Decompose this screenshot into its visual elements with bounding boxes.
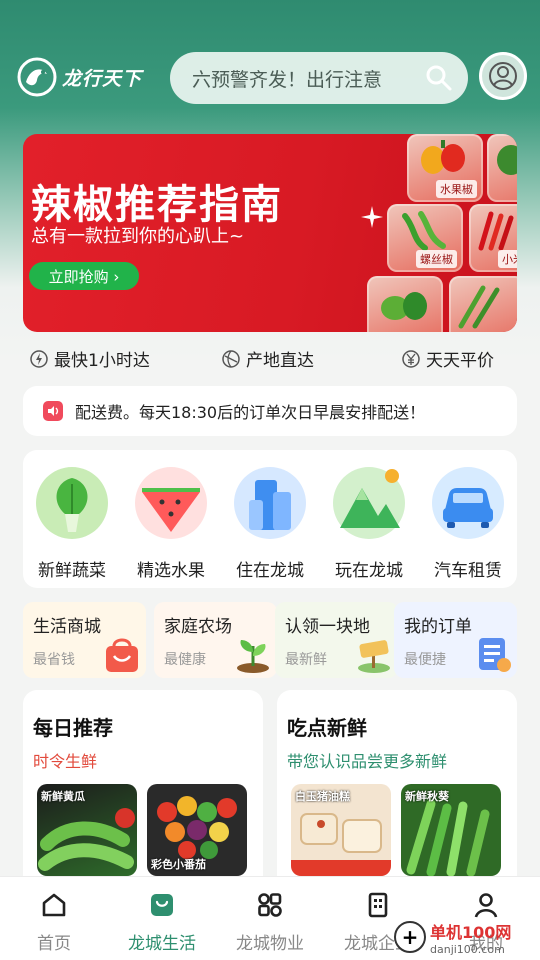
thumb-label: 彩色小番茄	[151, 858, 206, 871]
dragon-logo-icon	[17, 57, 57, 97]
pepper-card-screw: 螺丝椒	[387, 204, 463, 272]
promo-banner[interactable]: 辣椒推荐指南 总有一款拉到你的心趴上~ 立即抢购 › 水果椒 青椒 螺丝椒 小米…	[23, 134, 517, 332]
category-vegetables[interactable]: 新鲜蔬菜	[23, 466, 121, 581]
category-label: 住在龙城	[236, 561, 304, 581]
entry-cards: 生活商城 最省钱 家庭农场 最健康 认领一块地 最新鲜 我的订单 最便捷	[0, 602, 540, 678]
feature-strip: 最快1小时达 产地直达 天天平价	[0, 346, 540, 374]
shopping-bag-icon	[151, 894, 173, 916]
category-car-rental[interactable]: 汽车租赁	[419, 466, 517, 581]
vegetable-icon	[36, 467, 108, 539]
building-icon	[234, 467, 306, 539]
site-watermark: + 单机100网 danji100.com	[394, 914, 540, 960]
car-icon	[432, 467, 504, 539]
globe-icon	[222, 349, 240, 368]
nav-label: 龙城物业	[236, 934, 304, 954]
entry-my-orders[interactable]: 我的订单 最便捷	[394, 602, 517, 678]
nav-label: 龙城生活	[128, 934, 196, 954]
watermelon-icon	[135, 467, 207, 539]
eat-fresh-panel[interactable]: 吃点新鲜 带您认识品尝更多新鲜 白玉猪油糕 新鲜秋葵	[277, 690, 517, 890]
panel-subtitle: 时令生鲜	[33, 752, 98, 771]
user-avatar[interactable]	[479, 52, 527, 100]
feature-label: 天天平价	[426, 351, 494, 371]
category-label: 新鲜蔬菜	[38, 561, 106, 581]
feature-label: 产地直达	[246, 351, 314, 371]
nav-home[interactable]: 首页	[0, 891, 108, 954]
sign-icon	[358, 640, 390, 673]
category-label: 玩在龙城	[335, 561, 403, 581]
feature-fast: 最快1小时达	[30, 346, 150, 371]
logo-text: 龙行天下	[62, 67, 143, 90]
product-thumb-cake[interactable]: 白玉猪油糕	[291, 784, 391, 876]
feature-label: 最快1小时达	[54, 351, 150, 371]
watermark-url: danji100.com	[430, 942, 505, 956]
office-building-icon	[368, 892, 388, 918]
shopping-bag-icon	[106, 638, 138, 672]
pepper-tag-2: 螺丝椒	[416, 250, 457, 268]
top-bar: 龙行天下 六预警齐发！出行注意	[0, 48, 540, 108]
feature-price: 天天平价	[402, 346, 494, 371]
green-pepper-icon	[497, 145, 517, 175]
feature-origin: 产地直达	[222, 346, 314, 371]
pepper-card-bottom-a	[367, 276, 443, 332]
search-placeholder: 六预警齐发！出行注意	[192, 68, 383, 91]
home-icon	[42, 893, 66, 917]
pepper-card-bottom-b	[449, 276, 517, 332]
product-thumb-cucumber[interactable]: 新鲜黄瓜	[37, 784, 137, 876]
pepper-card-millet: 小米椒	[469, 204, 517, 272]
plant-icon	[237, 640, 269, 673]
watermark-text: 单机100网 danji100.com	[430, 919, 511, 956]
user-icon	[489, 62, 517, 90]
thumb-label: 新鲜黄瓜	[41, 790, 85, 803]
grid-icon	[258, 893, 282, 917]
product-thumb-tomato[interactable]: 彩色小番茄	[147, 784, 247, 876]
panel-title: 吃点新鲜	[287, 716, 367, 740]
category-housing[interactable]: 住在龙城	[221, 466, 319, 581]
nav-life[interactable]: 龙城生活	[108, 891, 216, 954]
search-icon[interactable]	[424, 63, 454, 93]
speaker-icon	[43, 401, 63, 421]
sparkle-icon	[361, 206, 383, 228]
yuan-icon	[402, 349, 420, 368]
nav-property[interactable]: 龙城物业	[216, 891, 324, 954]
banner-subtitle: 总有一款拉到你的心趴上~	[31, 226, 245, 247]
mountain-icon	[333, 467, 405, 539]
lightning-icon	[30, 349, 48, 368]
order-list-icon	[479, 638, 511, 672]
bell-pepper-icon	[421, 140, 465, 174]
mixed-pepper-icon	[381, 292, 427, 320]
category-label: 精选水果	[137, 561, 205, 581]
entry-mall[interactable]: 生活商城 最省钱	[23, 602, 146, 678]
thumb-label: 白玉猪油糕	[295, 790, 350, 803]
pepper-card-green: 青椒	[487, 134, 517, 202]
category-grid: 新鲜蔬菜 精选水果 住在龙城 玩在龙城 汽车租赁	[23, 450, 517, 588]
notice-text: 配送费。每天18:30后的订单次日早晨安排配送！	[75, 403, 426, 422]
pepper-tag-0: 水果椒	[436, 180, 477, 198]
watermark-title: 单机100网	[430, 922, 512, 942]
category-play[interactable]: 玩在龙城	[320, 466, 418, 581]
product-thumb-okra[interactable]: 新鲜秋葵	[401, 784, 501, 876]
category-label: 汽车租赁	[434, 561, 502, 581]
long-pepper-icon	[458, 285, 500, 329]
delivery-notice[interactable]: 配送费。每天18:30后的订单次日早晨安排配送！	[23, 386, 517, 436]
nav-label: 首页	[37, 934, 71, 954]
entry-farm[interactable]: 家庭农场 最健康	[154, 602, 277, 678]
daily-recommend-panel[interactable]: 每日推荐 时令生鲜 新鲜黄瓜 彩色小番茄	[23, 690, 263, 890]
watermark-logo-icon: +	[394, 921, 426, 953]
pepper-card-fruit: 水果椒	[407, 134, 483, 202]
thumb-label: 新鲜秋葵	[405, 790, 449, 803]
screw-pepper-icon	[402, 211, 446, 251]
category-fruits[interactable]: 精选水果	[122, 466, 220, 581]
pepper-tag-3: 小米椒	[498, 250, 517, 268]
buy-now-button[interactable]: 立即抢购 ›	[29, 262, 139, 290]
search-bar[interactable]: 六预警齐发！出行注意	[170, 52, 468, 104]
panel-subtitle: 带您认识品尝更多新鲜	[287, 752, 448, 771]
app-logo[interactable]: 龙行天下	[16, 54, 156, 100]
panel-title: 每日推荐	[33, 716, 113, 740]
entry-claim-land[interactable]: 认领一块地 最新鲜	[275, 602, 398, 678]
millet-pepper-icon	[478, 211, 514, 251]
